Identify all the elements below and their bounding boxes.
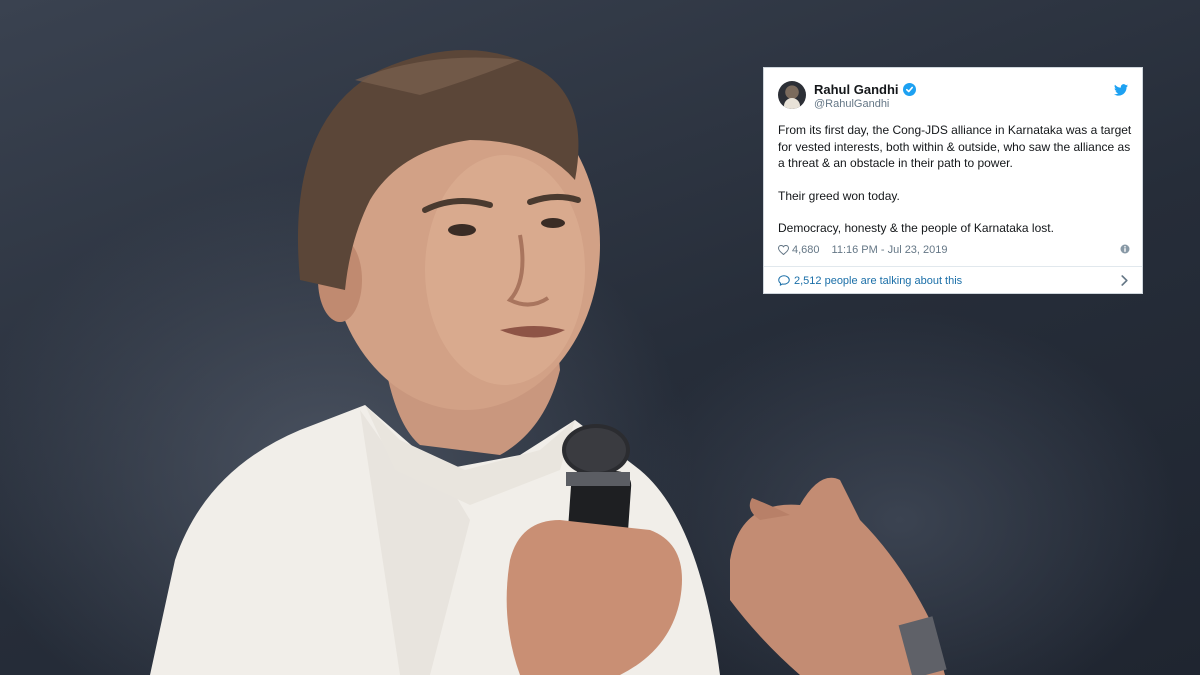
tweet-text: From its first day, the Cong-JDS allianc… bbox=[778, 122, 1134, 237]
conversation-link[interactable]: 2,512 people are talking about this bbox=[778, 273, 1130, 288]
avatar[interactable] bbox=[778, 81, 806, 109]
chevron-right-icon[interactable] bbox=[1121, 275, 1128, 289]
tweet-paragraph: Democracy, honesty & the people of Karna… bbox=[778, 221, 1054, 235]
tweet-meta: 4,680 11:16 PM - Jul 23, 2019 bbox=[778, 243, 1130, 257]
author-row: Rahul Gandhi bbox=[814, 81, 916, 97]
speech-bubble-icon bbox=[778, 275, 790, 286]
like-count[interactable]: 4,680 bbox=[792, 244, 820, 256]
verified-badge-icon bbox=[902, 82, 916, 96]
author-handle[interactable]: @RahulGandhi bbox=[814, 98, 889, 110]
twitter-bird-icon[interactable] bbox=[1114, 83, 1128, 101]
tweet-paragraph: From its first day, the Cong-JDS allianc… bbox=[778, 123, 1132, 170]
info-icon[interactable] bbox=[1120, 244, 1130, 257]
tweet-timestamp[interactable]: 11:16 PM - Jul 23, 2019 bbox=[832, 244, 948, 256]
divider bbox=[764, 266, 1142, 267]
heart-icon[interactable] bbox=[778, 245, 789, 255]
tweet-paragraph: Their greed won today. bbox=[778, 188, 900, 203]
author-name[interactable]: Rahul Gandhi bbox=[814, 82, 899, 97]
talking-count-text[interactable]: 2,512 people are talking about this bbox=[794, 275, 962, 287]
tweet-card[interactable]: Rahul Gandhi @RahulGandhi From its first… bbox=[763, 67, 1143, 294]
tweet-header: Rahul Gandhi @RahulGandhi bbox=[778, 81, 1130, 113]
